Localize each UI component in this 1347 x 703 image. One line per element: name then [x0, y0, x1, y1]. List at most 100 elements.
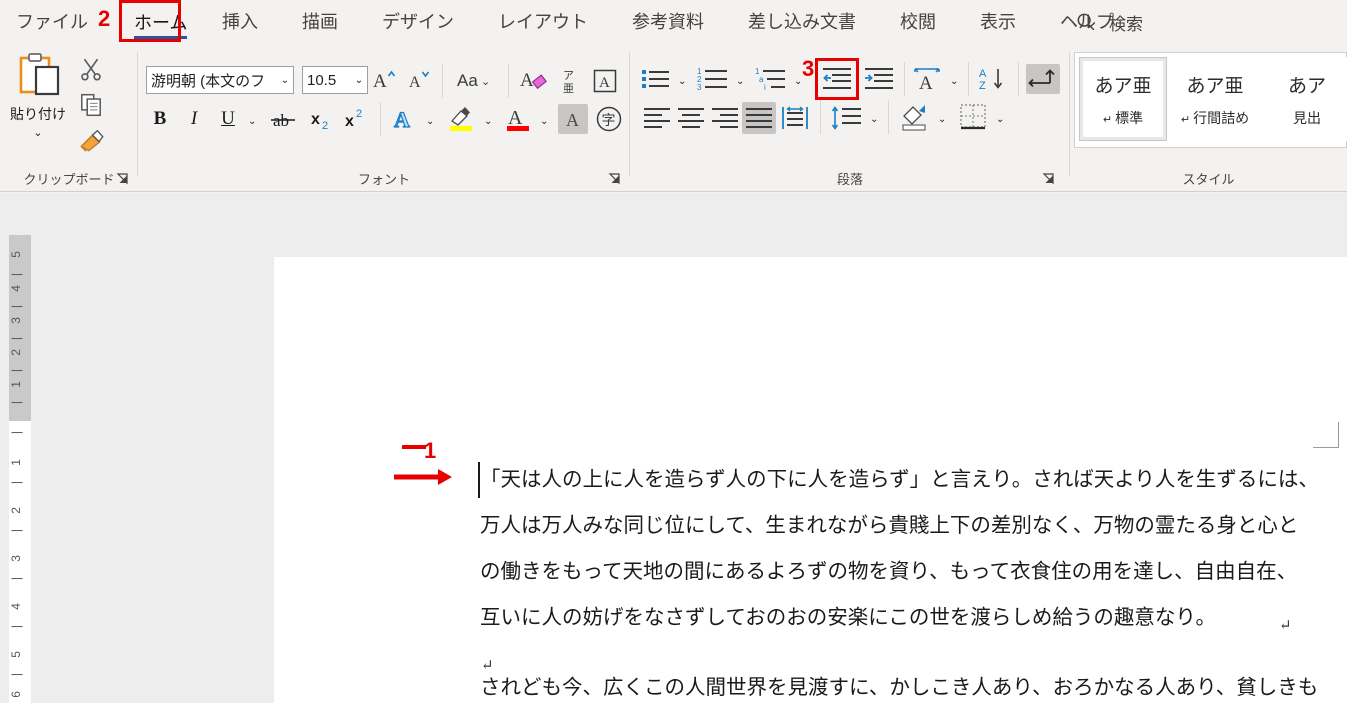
superscript-button[interactable]: x 2: [342, 104, 372, 134]
paste-button[interactable]: 貼り付け ⌄: [6, 52, 70, 164]
align-right-button[interactable]: [708, 102, 742, 134]
style-normal[interactable]: あア亜 ↵ 標準: [1079, 57, 1167, 141]
tab-draw[interactable]: 描画: [302, 0, 338, 44]
copy-button[interactable]: [78, 92, 108, 122]
svg-text:x: x: [345, 113, 354, 130]
decrease-indent-button[interactable]: [820, 64, 854, 94]
paragraph-1-line-2[interactable]: 万人は万人みな同じ位にして、生まれながら貴賤上下の差別なく、万物の霊たる身と心と: [480, 502, 1298, 548]
change-case-button[interactable]: Aa ⌄: [452, 66, 498, 94]
font-name-combo[interactable]: 游明朝 (本文のフ ⌄: [146, 66, 294, 94]
tab-review[interactable]: 校閲: [900, 0, 936, 44]
word-window: ファイル 2 ホーム 挿入 描画 デザイン レイアウト 参考資料 差し込み文書 …: [0, 0, 1347, 703]
tab-file[interactable]: ファイル: [16, 0, 88, 44]
character-spacing-icon: A: [914, 68, 940, 92]
svg-text:2: 2: [322, 120, 328, 132]
svg-text:A: A: [979, 68, 987, 80]
character-spacing-button[interactable]: A: [912, 64, 944, 94]
style-heading[interactable]: あア 見出: [1263, 57, 1347, 141]
character-border-button[interactable]: A: [590, 66, 620, 96]
distribute-button[interactable]: [778, 102, 812, 134]
sort-button[interactable]: A Z: [976, 64, 1010, 94]
svg-text:A: A: [394, 107, 410, 132]
increase-indent-button[interactable]: [862, 64, 896, 94]
show-formatting-marks-button[interactable]: [1026, 64, 1060, 94]
shading-chevron[interactable]: ⌄: [938, 114, 946, 125]
paragraph-3-line-1[interactable]: されども今、広くこの人間世界を見渡すに、かしこき人あり、おろかなる人あり、貧しき…: [480, 664, 1318, 703]
font-sep-3: [380, 102, 381, 136]
grow-font-button[interactable]: A: [370, 66, 400, 94]
tab-design[interactable]: デザイン: [382, 0, 454, 44]
search-box[interactable]: 検索: [1075, 4, 1143, 40]
cut-button[interactable]: [78, 56, 108, 86]
shrink-font-button[interactable]: A: [404, 66, 434, 94]
strikethrough-button[interactable]: ab: [268, 104, 300, 134]
style-no-spacing[interactable]: あア亜 ↵ 行間詰め: [1171, 57, 1259, 141]
subscript-icon: x 2: [311, 111, 328, 132]
tab-references[interactable]: 参考資料: [632, 0, 704, 44]
font-color-button[interactable]: A: [502, 102, 534, 136]
svg-text:A: A: [409, 74, 421, 91]
tab-home-label: ホーム: [134, 13, 188, 33]
highlight-button[interactable]: [444, 102, 478, 136]
line-spacing-button[interactable]: [830, 102, 864, 134]
italic-button[interactable]: I: [180, 104, 208, 134]
paragraph-1-line-4[interactable]: 互いに人の妨げをなさずしておのおの安楽にこの世を渡らしめ給うの趣意なり。: [480, 594, 1216, 640]
subscript-button[interactable]: x 2: [308, 104, 338, 134]
enclose-character-button[interactable]: 字: [594, 104, 624, 134]
align-left-button[interactable]: [640, 102, 674, 134]
justify-button[interactable]: [742, 102, 776, 134]
clear-formatting-button[interactable]: A: [518, 66, 552, 94]
vruler-tick-top-2: 2: [9, 349, 23, 356]
ribbon-group-paragraph: ⌄ 1 2 3 ⌄ 1 a i ⌄ 3 A ⌄ A Z ⌄ ⌄ ⌄ 段落: [630, 44, 1070, 192]
paragraph-dialog-launcher[interactable]: [1042, 172, 1056, 186]
tab-layout[interactable]: レイアウト: [498, 0, 588, 44]
multilevel-list-icon: 1 a i: [755, 67, 785, 92]
numbering-chevron[interactable]: ⌄: [736, 76, 744, 87]
paragraph-1-end-mark: ↵: [1279, 616, 1292, 634]
style-heading-name: 見出: [1293, 109, 1321, 126]
text-effects-chevron[interactable]: ⌄: [426, 116, 434, 127]
line-spacing-chevron[interactable]: ⌄: [870, 114, 878, 125]
character-border-icon: A: [593, 69, 617, 93]
paragraph-sep-2: [968, 62, 969, 96]
vertical-ruler[interactable]: 5 | 4 | 3 | 2 | 1 | | 1 | 2 | 3 | 4 | 5 …: [9, 235, 31, 703]
tab-home[interactable]: ホーム: [124, 4, 197, 42]
font-name-chevron[interactable]: ⌄: [277, 75, 293, 86]
tab-mailings[interactable]: 差し込み文書: [748, 0, 856, 44]
search-label: 検索: [1109, 14, 1143, 34]
format-painter-button[interactable]: [78, 128, 108, 158]
document-canvas[interactable]: 「天は人の上に人を造らず人の下に人を造らず」と言えり。されば天より人を生ずるには…: [33, 235, 1347, 703]
annotation-number-2: 2: [98, 6, 111, 31]
numbering-button[interactable]: 1 2 3: [696, 64, 730, 94]
font-size-combo[interactable]: 10.5 ⌄: [302, 66, 368, 94]
font-size-chevron[interactable]: ⌄: [351, 75, 367, 86]
bullets-chevron[interactable]: ⌄: [678, 76, 686, 87]
multilevel-list-button[interactable]: 1 a i: [754, 64, 788, 94]
tab-view[interactable]: 表示: [980, 0, 1016, 44]
align-center-button[interactable]: [674, 102, 708, 134]
tab-insert[interactable]: 挿入: [222, 0, 258, 44]
paragraph-1-line-1[interactable]: 「天は人の上に人を造らず人の下に人を造らず」と言えり。されば天より人を生ずるには…: [480, 456, 1319, 502]
bullets-icon: [642, 70, 669, 88]
style-no-spacing-mark: ↵: [1180, 113, 1191, 126]
phonetic-guide-button[interactable]: ア 亜: [556, 66, 586, 96]
borders-button[interactable]: [956, 100, 990, 134]
font-color-chevron[interactable]: ⌄: [540, 116, 548, 127]
paste-dropdown-chevron[interactable]: ⌄: [33, 128, 42, 139]
underline-chevron[interactable]: ⌄: [248, 116, 256, 127]
text-effects-button[interactable]: A: [388, 104, 420, 134]
character-shading-button[interactable]: A: [558, 104, 588, 134]
clipboard-dialog-launcher[interactable]: [116, 172, 130, 186]
style-no-spacing-name: 行間詰め: [1193, 109, 1250, 126]
ruler-row: 8 | | 6 | | 4 | | 2 | | | | 2 | | 4 | | …: [0, 193, 1347, 427]
character-spacing-chevron[interactable]: ⌄: [950, 76, 958, 87]
svg-text:字: 字: [602, 113, 616, 129]
bold-button[interactable]: B: [146, 104, 174, 134]
font-dialog-launcher[interactable]: [608, 172, 622, 186]
borders-chevron[interactable]: ⌄: [996, 114, 1004, 125]
bullets-button[interactable]: [640, 64, 672, 94]
paragraph-1-line-3[interactable]: の働きをもって天地の間にあるよろずの物を資り、もって衣食住の用を達し、自由自在、: [480, 548, 1297, 594]
highlight-chevron[interactable]: ⌄: [484, 116, 492, 127]
underline-button[interactable]: U: [214, 104, 242, 134]
shading-button[interactable]: [898, 100, 932, 134]
